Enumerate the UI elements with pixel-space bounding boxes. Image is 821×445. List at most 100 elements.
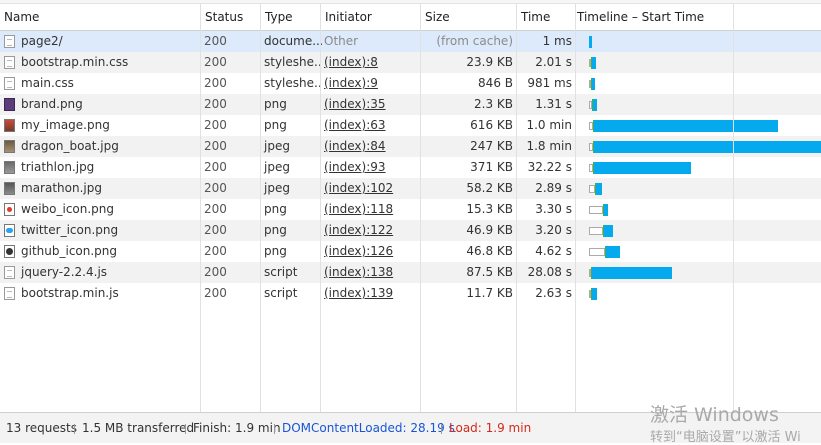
request-type: styleshe...	[264, 55, 322, 69]
request-initiator[interactable]: (index):93	[321, 157, 422, 178]
request-type: png	[264, 97, 287, 111]
timeline-download-bar[interactable]	[594, 141, 821, 153]
column-divider[interactable]	[420, 4, 421, 412]
timeline-download-bar[interactable]	[604, 204, 608, 216]
column-header-size[interactable]: Size	[421, 4, 517, 30]
request-initiator[interactable]: (index):118	[321, 199, 422, 220]
request-initiator[interactable]: (index):102	[321, 178, 422, 199]
request-row[interactable]: bootstrap.min.css 200 styleshe... (index):8…	[0, 52, 821, 73]
request-time: 2.63 s	[535, 286, 572, 300]
request-size: 2.3 KB	[474, 97, 513, 111]
request-initiator[interactable]: (index):63	[321, 115, 422, 136]
timeline-waiting-bar[interactable]	[589, 227, 603, 235]
request-name[interactable]: page2/	[4, 31, 197, 52]
request-name[interactable]: jquery-2.2.4.js	[4, 262, 197, 283]
request-name[interactable]: dragon_boat.jpg	[4, 136, 197, 157]
column-header-time[interactable]: Time	[517, 4, 576, 30]
request-time: 1 ms	[542, 34, 572, 48]
request-time: 3.30 s	[535, 202, 572, 216]
summary-divider	[74, 424, 75, 434]
request-row[interactable]: triathlon.jpg 200 jpeg (index):93 371 KB 32.2…	[0, 157, 821, 178]
request-row[interactable]: twitter_icon.png 200 png (index):122 46.9 KB…	[0, 220, 821, 241]
timeline-waiting-bar[interactable]	[589, 248, 605, 256]
request-initiator[interactable]: (index):84	[321, 136, 422, 157]
request-row[interactable]: my_image.png 200 png (index):63 616 KB 1.0 mi…	[0, 115, 821, 136]
request-size: 46.9 KB	[466, 223, 513, 237]
request-time: 1.0 min	[526, 118, 572, 132]
request-initiator[interactable]: (index):122	[321, 220, 422, 241]
request-row[interactable]: dragon_boat.jpg 200 jpeg (index):84 247 KB 1.…	[0, 136, 821, 157]
request-row[interactable]: github_icon.png 200 png (index):126 46.8 KB 4…	[0, 241, 821, 262]
request-type: jpeg	[264, 139, 290, 153]
request-size: 371 KB	[470, 160, 513, 174]
request-initiator[interactable]: (index):139	[321, 283, 422, 304]
request-time: 2.89 s	[535, 181, 572, 195]
request-name[interactable]: triathlon.jpg	[4, 157, 197, 178]
timeline-download-bar[interactable]	[592, 57, 596, 69]
timeline-download-bar[interactable]	[606, 246, 620, 258]
request-name[interactable]: twitter_icon.png	[4, 220, 197, 241]
column-header-timeline[interactable]: Timeline – Start Time	[573, 4, 737, 30]
timeline-download-bar[interactable]	[596, 183, 602, 195]
request-name[interactable]: main.css	[4, 73, 197, 94]
request-time: 4.62 s	[535, 244, 572, 258]
timeline-download-bar[interactable]	[593, 99, 597, 111]
column-header-name[interactable]: Name	[0, 4, 200, 30]
column-divider[interactable]	[575, 4, 576, 412]
request-initiator[interactable]: (index):138	[321, 262, 422, 283]
windows-activation-watermark: 激活 Windows	[650, 404, 779, 426]
request-type: script	[264, 265, 298, 279]
request-name-label: brand.png	[21, 97, 83, 111]
request-row[interactable]: weibo_icon.png 200 png (index):118 15.3 KB 3.…	[0, 199, 821, 220]
column-header-status[interactable]: Status	[201, 4, 260, 30]
column-divider[interactable]	[320, 4, 321, 412]
timeline-download-bar[interactable]	[604, 225, 613, 237]
request-name[interactable]: marathon.jpg	[4, 178, 197, 199]
request-name-label: main.css	[21, 76, 74, 90]
timeline-download-bar[interactable]	[594, 120, 778, 132]
image-icon	[4, 182, 15, 195]
request-initiator[interactable]: (index):8	[321, 52, 422, 73]
request-row[interactable]: jquery-2.2.4.js 200 script (index):138 87.5 …	[0, 262, 821, 283]
timeline-waiting-bar[interactable]	[589, 206, 603, 214]
request-name[interactable]: brand.png	[4, 94, 197, 115]
column-divider[interactable]	[260, 4, 261, 412]
file-icon	[4, 77, 15, 90]
image-icon	[4, 161, 15, 174]
file-icon	[4, 35, 15, 48]
column-divider[interactable]	[516, 4, 517, 412]
request-row[interactable]: main.css 200 styleshe... (index):9 846 B 981 …	[0, 73, 821, 94]
request-name-label: marathon.jpg	[21, 181, 102, 195]
timeline-download-bar[interactable]	[592, 288, 597, 300]
request-name[interactable]: bootstrap.min.css	[4, 52, 197, 73]
request-row[interactable]: brand.png 200 png (index):35 2.3 KB 1.31 s	[0, 94, 821, 115]
column-divider[interactable]	[200, 4, 201, 412]
image-icon	[4, 224, 15, 237]
request-row[interactable]: bootstrap.min.js 200 script (index):139 11.7…	[0, 283, 821, 304]
request-name[interactable]: bootstrap.min.js	[4, 283, 197, 304]
timeline-download-bar[interactable]	[592, 267, 672, 279]
timeline-download-bar[interactable]	[592, 78, 595, 90]
request-initiator[interactable]: (index):35	[321, 94, 422, 115]
load-time: Load: 1.9 min	[449, 421, 532, 435]
summary-divider	[274, 424, 275, 434]
request-row[interactable]: page2/200 docume... Other (from cache) 1 ms	[0, 31, 821, 52]
request-status: 200	[204, 76, 227, 90]
request-initiator[interactable]: (index):9	[321, 73, 422, 94]
request-name[interactable]: weibo_icon.png	[4, 199, 197, 220]
request-name[interactable]: github_icon.png	[4, 241, 197, 262]
request-name-label: bootstrap.min.css	[21, 55, 129, 69]
request-type: jpeg	[264, 181, 290, 195]
timeline-grid-line	[733, 4, 734, 412]
timeline-download-bar[interactable]	[594, 162, 691, 174]
request-name[interactable]: my_image.png	[4, 115, 197, 136]
request-initiator[interactable]: (index):126	[321, 241, 422, 262]
request-time: 28.08 s	[527, 265, 572, 279]
request-size: 46.8 KB	[466, 244, 513, 258]
image-icon	[4, 119, 15, 132]
column-header-initiator[interactable]: Initiator	[321, 4, 420, 30]
request-row[interactable]: marathon.jpg 200 jpeg (index):102 58.2 KB 2.8…	[0, 178, 821, 199]
timeline-download-bar[interactable]	[589, 36, 592, 48]
request-size: 87.5 KB	[466, 265, 513, 279]
column-header-type[interactable]: Type	[261, 4, 320, 30]
